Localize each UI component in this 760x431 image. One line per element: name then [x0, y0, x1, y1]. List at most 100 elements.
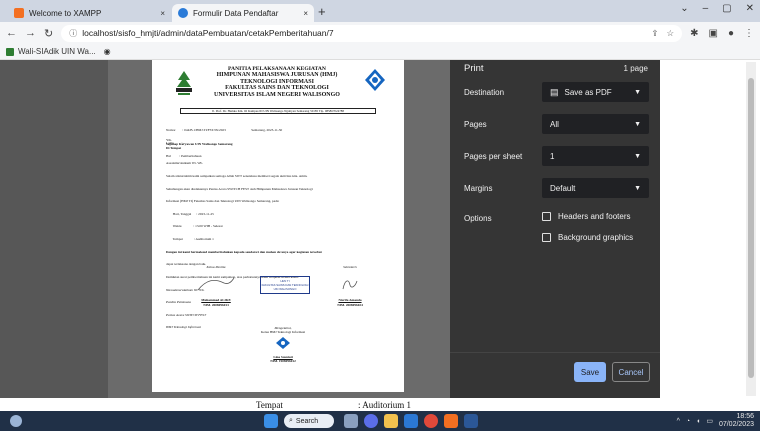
- site-favicon-icon: [178, 8, 188, 18]
- clock-date: 07/02/2023: [718, 421, 754, 428]
- bookmark-wali-siadik[interactable]: Wali-SIAdik UIN Wa...: [18, 47, 96, 56]
- signature-right-icon: [342, 280, 358, 290]
- page-right-area: [660, 60, 760, 398]
- url-text: localhost/sisfo_hmjti/admin/dataPembuata…: [82, 28, 334, 38]
- profile-avatar-icon[interactable]: ●: [728, 28, 734, 39]
- bookmark-star-icon[interactable]: ☆: [666, 28, 674, 39]
- clock[interactable]: 18:56 07/02/2023: [719, 413, 754, 429]
- forward-icon[interactable]: →: [25, 27, 36, 39]
- pages-per-sheet-value: 1: [550, 151, 555, 161]
- body-line: Salam silaturrahim kami sampaikan semoga…: [166, 174, 308, 179]
- stamp: HMJ TI FAKULTAS SAINS DAN TEKNOLOGI UIN …: [260, 276, 310, 294]
- destination-select[interactable]: ▤ Save as PDF ▼: [542, 82, 649, 102]
- chevron-down-icon: ▼: [634, 152, 641, 160]
- browser-toolbar: ← → ↻ ⓘ localhost/sisfo_hmjti/admin/data…: [0, 22, 760, 44]
- close-tab-icon[interactable]: ×: [303, 9, 308, 18]
- screen: Welcome to XAMPP × Formulir Data Pendaft…: [0, 0, 760, 431]
- letter-address: Jl. Prof. Dr. Hamka Km. 02 Kampus III UI…: [180, 108, 376, 114]
- menu-icon[interactable]: ⋮: [744, 28, 754, 39]
- chevron-down-icon: ▼: [634, 88, 641, 96]
- to-line: Di Tempat: [166, 146, 182, 151]
- sign-right: Sekretaris Nisrifa Amanda NIM. 200809602…: [320, 265, 380, 307]
- page-scrollbar[interactable]: [746, 62, 756, 396]
- file-explorer-icon[interactable]: [384, 414, 398, 428]
- background-graphics-checkbox[interactable]: Background graphics: [542, 233, 633, 242]
- headers-footers-checkbox[interactable]: Headers and footers: [542, 212, 631, 221]
- info-icon[interactable]: ⓘ: [69, 28, 77, 39]
- back-icon[interactable]: ←: [6, 27, 17, 39]
- stamp-line: UIN WALISONGO: [273, 287, 297, 291]
- maximize-icon[interactable]: ▢: [722, 3, 731, 14]
- tab-title: Formulir Data Pendaftar: [193, 8, 279, 18]
- pages-select[interactable]: All ▼: [542, 114, 649, 134]
- cancel-button[interactable]: Cancel: [612, 362, 650, 382]
- body-line: Sehubungan akan diadakannya Pentas Acara…: [166, 186, 313, 191]
- system-tray: ^ ◔ ◖ ▭ 18:56 07/02/2023: [677, 413, 754, 429]
- page-behind-row: Tempat : Auditorium 1: [108, 400, 450, 411]
- battery-icon[interactable]: ▭: [706, 417, 713, 425]
- sidebar-icon[interactable]: ▣: [709, 28, 718, 39]
- pages-per-sheet-label: Pages per sheet: [464, 152, 523, 161]
- margins-select[interactable]: Default ▼: [542, 178, 649, 198]
- checkbox-box[interactable]: [542, 212, 551, 221]
- bookmark-favicon-icon: [6, 47, 14, 56]
- page-count: 1 page: [623, 64, 648, 73]
- minimize-icon[interactable]: –: [703, 3, 709, 14]
- new-tab-button[interactable]: +: [318, 3, 326, 21]
- window-controls: ⌄ – ▢ ✕: [680, 3, 754, 14]
- margins-label: Margins: [464, 184, 493, 193]
- close-window-icon[interactable]: ✕: [746, 3, 754, 14]
- tab-formulir[interactable]: Formulir Data Pendaftar ×: [172, 4, 314, 22]
- toolbar-right: ✱ ▣ ● ⋮: [690, 28, 754, 39]
- letter-header: PANITIA PELAKSANAAN KEGIATAN HIMPUNAN MA…: [170, 66, 384, 98]
- body-line: Hari, Tanggal : 2023-11-25: [166, 211, 214, 216]
- chrome-icon[interactable]: [424, 414, 438, 428]
- windows-start-icon[interactable]: [264, 414, 278, 428]
- background-graphics-label: Background graphics: [558, 233, 634, 242]
- task-view-icon[interactable]: [344, 414, 358, 428]
- sign-left-title: Ketua Panitia: [206, 265, 226, 269]
- body-line: Dengan ini kami bermaksud memberitahukan…: [166, 249, 322, 254]
- print-preview: PANITIA PELAKSANAAN KEGIATAN HIMPUNAN MA…: [108, 60, 450, 398]
- pages-per-sheet-select[interactable]: 1 ▼: [542, 146, 649, 166]
- chevron-down-icon: ▼: [634, 184, 641, 192]
- volume-icon[interactable]: ◖: [696, 418, 700, 425]
- body-line: Tempat : Auditorium 1: [166, 237, 214, 242]
- close-tab-icon[interactable]: ×: [160, 9, 165, 18]
- tab-search-icon[interactable]: ⌄: [680, 3, 688, 14]
- print-footer: Save Cancel: [450, 352, 660, 398]
- github-icon[interactable]: ◉: [104, 47, 111, 56]
- search-icon: ⌕: [289, 417, 293, 424]
- extensions-icon[interactable]: ✱: [690, 28, 698, 39]
- address-bar[interactable]: ⓘ localhost/sisfo_hmjti/admin/dataPembua…: [61, 24, 683, 42]
- chat-icon[interactable]: [364, 414, 378, 428]
- destination-label: Destination: [464, 88, 505, 97]
- letter-recipient: Yth. Segenap Karyawan UIN Walisongo Sema…: [166, 138, 233, 151]
- reload-icon[interactable]: ↻: [44, 27, 53, 40]
- page-behind-label: Tempat: [256, 400, 283, 410]
- document-icon: ▤: [550, 86, 559, 97]
- print-title: Print: [464, 63, 484, 74]
- pages-label: Pages: [464, 120, 487, 129]
- body-line: Pentas Acara SWITCH FEST: [166, 312, 206, 317]
- header-line: UNIVERSITAS ISLAM NEGERI WALISONGO: [214, 91, 340, 98]
- wifi-icon[interactable]: ◔: [686, 418, 690, 425]
- sign-left: Ketua Panitia Muhammad ALIKE NIM. 200809…: [186, 265, 246, 307]
- xampp-icon[interactable]: [444, 414, 458, 428]
- search-label: Search: [295, 417, 319, 425]
- tray-chevron-icon[interactable]: ^: [677, 418, 680, 425]
- page-behind-value: : Auditorium 1: [358, 400, 412, 410]
- print-settings-panel: Print 1 page Destination ▤ Save as PDF ▼…: [450, 60, 660, 398]
- chevron-down-icon: ▼: [634, 120, 641, 128]
- taskbar: ⌕ Search ^ ◔ ◖ ▭ 18:56 07/02/2023: [0, 411, 760, 431]
- mail-icon[interactable]: [404, 414, 418, 428]
- save-button[interactable]: Save: [574, 362, 606, 382]
- tab-welcome-xampp[interactable]: Welcome to XAMPP ×: [8, 4, 171, 22]
- know-logo-icon: [276, 337, 290, 350]
- scrollbar-thumb[interactable]: [748, 78, 754, 378]
- share-icon[interactable]: ⇪: [651, 28, 658, 39]
- checkbox-box[interactable]: [542, 233, 551, 242]
- weather-icon[interactable]: [10, 415, 22, 427]
- taskbar-search[interactable]: ⌕ Search: [284, 414, 334, 428]
- word-icon[interactable]: [464, 414, 478, 428]
